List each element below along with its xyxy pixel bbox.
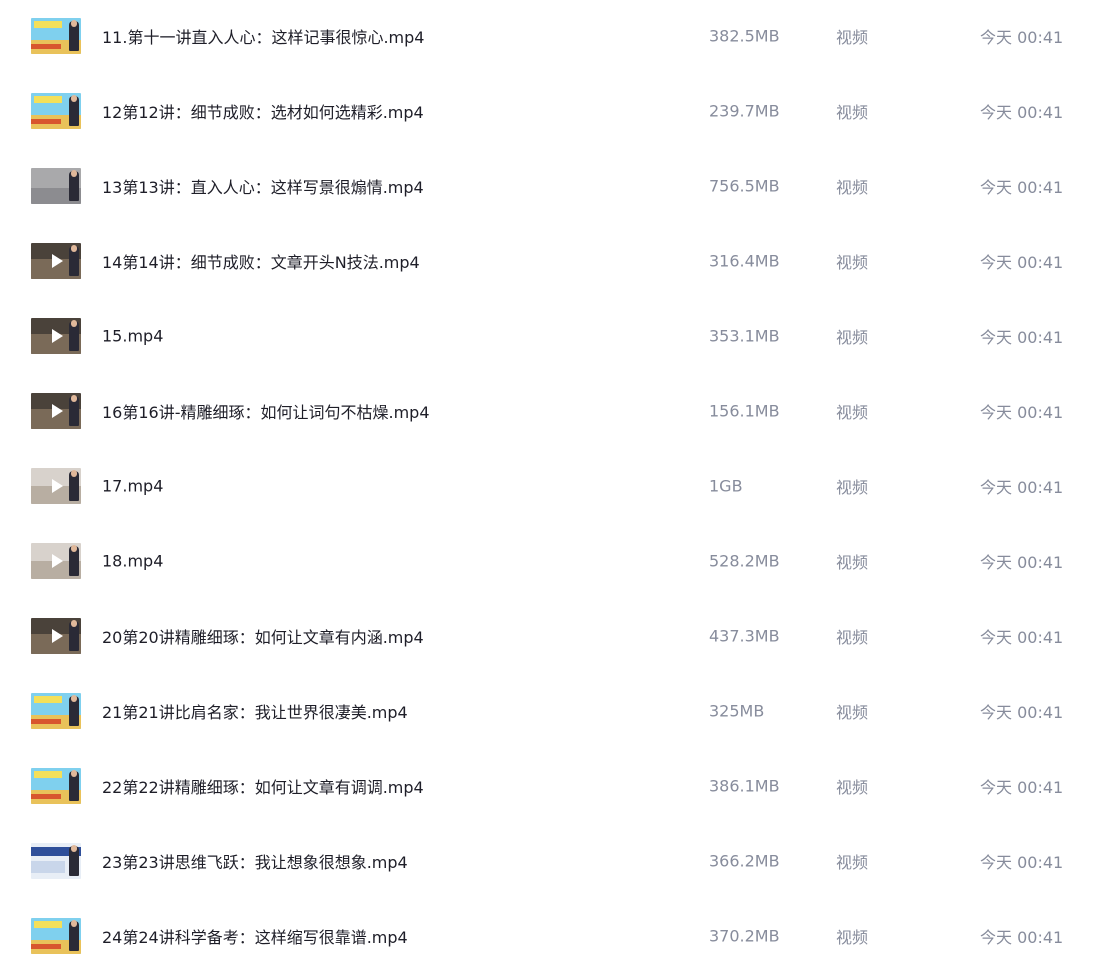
file-type: 视频 xyxy=(836,702,869,722)
file-type: 视频 xyxy=(836,552,869,572)
video-thumbnail-icon[interactable] xyxy=(31,767,81,804)
file-name[interactable]: 13第13讲：直入人心：这样写景很煽情.mp4 xyxy=(102,174,424,198)
file-size: 353.1MB xyxy=(709,326,780,345)
play-icon xyxy=(52,253,63,268)
file-modified-time: 今天 00:41 xyxy=(980,552,1064,572)
file-type: 视频 xyxy=(836,402,869,422)
file-name[interactable]: 12第12讲：细节成败：选材如何选精彩.mp4 xyxy=(102,99,424,123)
video-thumbnail-icon[interactable] xyxy=(31,692,81,729)
file-modified-time: 今天 00:41 xyxy=(980,852,1064,872)
file-type: 视频 xyxy=(836,177,869,197)
file-size: 366.2MB xyxy=(709,851,780,870)
file-size: 437.3MB xyxy=(709,626,780,645)
file-name[interactable]: 15.mp4 xyxy=(102,326,163,345)
file-modified-time: 今天 00:41 xyxy=(980,177,1064,197)
file-modified-time: 今天 00:41 xyxy=(980,102,1064,122)
file-name[interactable]: 16第16讲-精雕细琢：如何让词句不枯燥.mp4 xyxy=(102,399,430,423)
video-thumbnail-icon[interactable] xyxy=(31,542,81,579)
play-icon xyxy=(52,553,63,568)
video-thumbnail-icon[interactable] xyxy=(31,842,81,879)
file-size: 370.2MB xyxy=(709,926,780,945)
file-name[interactable]: 14第14讲：细节成败：文章开头N技法.mp4 xyxy=(102,249,420,273)
file-type: 视频 xyxy=(836,102,869,122)
file-modified-time: 今天 00:41 xyxy=(980,27,1064,47)
file-size: 528.2MB xyxy=(709,551,780,570)
file-type: 视频 xyxy=(836,252,869,272)
file-row[interactable]: 23第23讲思维飞跃：我让想象很想象.mp4 366.2MB 视频 今天 00:41 xyxy=(0,823,1095,898)
file-size: 386.1MB xyxy=(709,776,780,795)
file-name[interactable]: 21第21讲比肩名家：我让世界很凄美.mp4 xyxy=(102,699,408,723)
file-row[interactable]: 15.mp4 353.1MB 视频 今天 00:41 xyxy=(0,298,1095,373)
file-name[interactable]: 20第20讲精雕细琢：如何让文章有内涵.mp4 xyxy=(102,624,424,648)
video-thumbnail-icon[interactable] xyxy=(31,317,81,354)
file-row[interactable]: 22第22讲精雕细琢：如何让文章有调调.mp4 386.1MB 视频 今天 00:41 xyxy=(0,748,1095,823)
file-size: 316.4MB xyxy=(709,251,780,270)
file-row[interactable]: 20第20讲精雕细琢：如何让文章有内涵.mp4 437.3MB 视频 今天 00:41 xyxy=(0,598,1095,673)
file-row[interactable]: 11.第十一讲直入人心：这样记事很惊心.mp4 382.5MB 视频 今天 00:41 xyxy=(0,0,1095,73)
video-thumbnail-icon[interactable] xyxy=(31,17,81,54)
file-modified-time: 今天 00:41 xyxy=(980,402,1064,422)
file-name[interactable]: 18.mp4 xyxy=(102,551,163,570)
file-name[interactable]: 17.mp4 xyxy=(102,476,163,495)
file-row[interactable]: 14第14讲：细节成败：文章开头N技法.mp4 316.4MB 视频 今天 00:41 xyxy=(0,223,1095,298)
file-row[interactable]: 13第13讲：直入人心：这样写景很煽情.mp4 756.5MB 视频 今天 00:41 xyxy=(0,148,1095,223)
file-name[interactable]: 24第24讲科学备考：这样缩写很靠谱.mp4 xyxy=(102,924,408,948)
file-row[interactable]: 12第12讲：细节成败：选材如何选精彩.mp4 239.7MB 视频 今天 00:41 xyxy=(0,73,1095,148)
file-name[interactable]: 22第22讲精雕细琢：如何让文章有调调.mp4 xyxy=(102,774,424,798)
video-thumbnail-icon[interactable] xyxy=(31,242,81,279)
play-icon xyxy=(52,328,63,343)
file-row[interactable]: 21第21讲比肩名家：我让世界很凄美.mp4 325MB 视频 今天 00:41 xyxy=(0,673,1095,748)
file-list: 11.第十一讲直入人心：这样记事很惊心.mp4 382.5MB 视频 今天 00:41… xyxy=(0,0,1095,961)
file-type: 视频 xyxy=(836,327,869,347)
file-type: 视频 xyxy=(836,477,869,497)
file-row[interactable]: 17.mp4 1GB 视频 今天 00:41 xyxy=(0,448,1095,523)
file-row[interactable]: 18.mp4 528.2MB 视频 今天 00:41 xyxy=(0,523,1095,598)
play-icon xyxy=(52,628,63,643)
file-name[interactable]: 11.第十一讲直入人心：这样记事很惊心.mp4 xyxy=(102,24,424,48)
file-modified-time: 今天 00:41 xyxy=(980,702,1064,722)
file-modified-time: 今天 00:41 xyxy=(980,927,1064,947)
file-size: 1GB xyxy=(709,476,743,495)
file-modified-time: 今天 00:41 xyxy=(980,627,1064,647)
video-thumbnail-icon[interactable] xyxy=(31,392,81,429)
file-size: 156.1MB xyxy=(709,401,780,420)
file-row[interactable]: 24第24讲科学备考：这样缩写很靠谱.mp4 370.2MB 视频 今天 00:41 xyxy=(0,898,1095,961)
file-type: 视频 xyxy=(836,27,869,47)
video-thumbnail-icon[interactable] xyxy=(31,917,81,954)
file-type: 视频 xyxy=(836,927,869,947)
video-thumbnail-icon[interactable] xyxy=(31,467,81,504)
file-size: 382.5MB xyxy=(709,26,780,45)
file-modified-time: 今天 00:41 xyxy=(980,777,1064,797)
file-modified-time: 今天 00:41 xyxy=(980,477,1064,497)
file-row[interactable]: 16第16讲-精雕细琢：如何让词句不枯燥.mp4 156.1MB 视频 今天 00:4… xyxy=(0,373,1095,448)
file-modified-time: 今天 00:41 xyxy=(980,327,1064,347)
video-thumbnail-icon[interactable] xyxy=(31,167,81,204)
file-modified-time: 今天 00:41 xyxy=(980,252,1064,272)
file-size: 756.5MB xyxy=(709,176,780,195)
file-type: 视频 xyxy=(836,627,869,647)
video-thumbnail-icon[interactable] xyxy=(31,92,81,129)
play-icon xyxy=(52,403,63,418)
file-size: 239.7MB xyxy=(709,101,780,120)
file-type: 视频 xyxy=(836,852,869,872)
video-thumbnail-icon[interactable] xyxy=(31,617,81,654)
file-type: 视频 xyxy=(836,777,869,797)
play-icon xyxy=(52,478,63,493)
file-size: 325MB xyxy=(709,701,765,720)
file-name[interactable]: 23第23讲思维飞跃：我让想象很想象.mp4 xyxy=(102,849,408,873)
